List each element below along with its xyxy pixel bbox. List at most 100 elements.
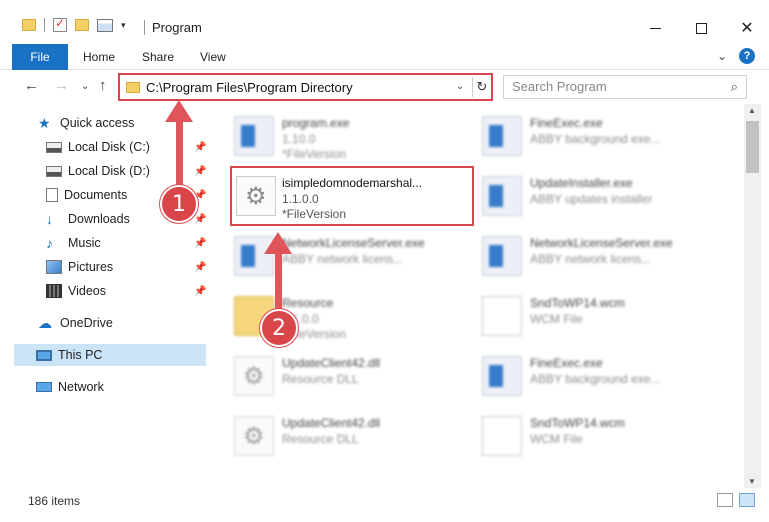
file-name: NetworkLicenseServer.exe: [282, 236, 425, 250]
toolbar-divider: [44, 18, 45, 32]
close-icon: ✕: [740, 20, 754, 37]
search-input[interactable]: [512, 79, 712, 94]
details-view-icon[interactable]: [717, 493, 733, 507]
file-item[interactable]: UpdateInstaller.exe ABBY updates install…: [460, 168, 700, 224]
exe-icon: [482, 356, 522, 396]
file-name: Resource: [282, 296, 334, 310]
sidebar-item-label: Local Disk (D:): [68, 164, 150, 178]
file-name: FineExec.exe: [530, 356, 603, 370]
sidebar-item-local-disk-d[interactable]: Local Disk (D:) 📌: [46, 160, 210, 182]
pin-icon[interactable]: 📌: [194, 238, 206, 249]
file-detail: ABBY background exe...: [530, 372, 661, 386]
exe-icon: [482, 116, 522, 156]
blank-file-icon: [482, 416, 522, 456]
tab-view[interactable]: View: [200, 50, 226, 64]
sidebar-item-label: Network: [58, 380, 104, 394]
sidebar-item-videos[interactable]: Videos 📌: [46, 280, 210, 302]
file-detail: *FileVersion: [282, 147, 347, 161]
maximize-button[interactable]: [678, 14, 724, 42]
ribbon-controls: ⌄ ?: [717, 48, 755, 64]
file-item[interactable]: SndToWP14.wcm WCM File: [460, 288, 700, 344]
tab-share[interactable]: Share: [142, 50, 174, 64]
up-arrow-icon[interactable]: ↑: [99, 77, 107, 94]
address-bar[interactable]: C:\Program Files\Program Directory ⌄ ↻: [118, 73, 493, 101]
file-name: UpdateInstaller.exe: [530, 176, 633, 190]
scrollbar-thumb[interactable]: [746, 121, 759, 173]
step-1-badge: 1: [160, 185, 198, 223]
minimize-icon: [649, 27, 661, 29]
status-bar: 186 items: [0, 490, 769, 512]
recent-locations-chevron-icon[interactable]: ⌄: [81, 81, 89, 92]
sidebar-item-local-disk-c[interactable]: Local Disk (C:) 📌: [46, 136, 210, 158]
title-divider: [144, 20, 145, 35]
pin-icon[interactable]: 📌: [194, 262, 206, 273]
sidebar-item-label: Quick access: [60, 116, 135, 130]
search-icon[interactable]: ⌕: [731, 79, 738, 95]
file-name: UpdateClient42.dll: [282, 416, 381, 430]
file-item[interactable]: SndToWP14.wcm WCM File: [460, 408, 700, 464]
scroll-up-icon[interactable]: ▲: [748, 106, 756, 115]
sidebar-item-label: This PC: [58, 348, 103, 362]
blank-file-icon: [482, 296, 522, 336]
file-item[interactable]: FineExec.exe ABBY background exe...: [460, 348, 700, 404]
address-dropdown-icon[interactable]: ⌄: [456, 81, 464, 92]
file-detail: *FileVersion: [282, 207, 347, 221]
file-item[interactable]: Resource 1.1.0.0 *FileVersion: [212, 288, 452, 344]
help-icon[interactable]: ?: [739, 48, 755, 64]
expand-ribbon-icon[interactable]: ⌄: [717, 49, 727, 63]
sidebar-item-pictures[interactable]: Pictures 📌: [46, 256, 210, 278]
file-item[interactable]: UpdateClient42.dll Resource DLL: [212, 408, 452, 464]
pin-icon[interactable]: 📌: [194, 214, 206, 225]
properties-check-icon[interactable]: [53, 16, 67, 32]
videos-icon: [46, 284, 62, 298]
pin-icon[interactable]: 📌: [194, 142, 206, 153]
pin-icon[interactable]: 📌: [194, 166, 206, 177]
sidebar-item-quick-access[interactable]: ★ Quick access: [38, 112, 134, 134]
sidebar-item-label: Pictures: [68, 260, 114, 274]
tab-file[interactable]: File: [12, 44, 68, 70]
navigation-bar: ← → ⌄ ↑ C:\Program Files\Program Directo…: [0, 71, 769, 103]
large-icons-view-icon[interactable]: [739, 493, 755, 507]
sidebar-item-network[interactable]: Network: [36, 376, 104, 398]
minimize-button[interactable]: [632, 14, 678, 42]
sidebar-item-label: Documents: [64, 188, 128, 202]
back-arrow-icon[interactable]: ←: [24, 77, 39, 94]
file-detail: ABBY background exe...: [530, 132, 661, 146]
file-item[interactable]: program.exe 1.10.0 *FileVersion: [212, 108, 452, 164]
address-path[interactable]: C:\Program Files\Program Directory: [146, 80, 353, 95]
music-icon: ♪: [46, 235, 53, 251]
vertical-scrollbar[interactable]: ▲ ▼: [744, 104, 761, 488]
new-folder-icon[interactable]: [75, 19, 89, 31]
file-name: FineExec.exe: [530, 116, 603, 130]
gear-file-icon: [234, 416, 274, 456]
close-button[interactable]: ✕: [724, 14, 769, 42]
quick-access-toolbar: ▾: [22, 16, 126, 32]
folder-icon[interactable]: [22, 19, 36, 31]
sidebar-item-music[interactable]: ♪ Music 📌: [46, 232, 210, 254]
file-item[interactable]: FineExec.exe ABBY background exe...: [460, 108, 700, 164]
tab-home[interactable]: Home: [83, 50, 115, 64]
annotation-arrow-1-head: [165, 100, 193, 122]
properties-icon[interactable]: [97, 18, 113, 32]
exe-icon: [234, 116, 274, 156]
file-name: UpdateClient42.dll: [282, 356, 381, 370]
file-item[interactable]: UpdateClient42.dll Resource DLL: [212, 348, 452, 404]
file-detail: ABBY network licens...: [282, 252, 404, 266]
file-item-selected[interactable]: isimpledomnodemarshal... 1.1.0.0 *FileVe…: [230, 166, 474, 226]
file-item[interactable]: NetworkLicenseServer.exe ABBY network li…: [460, 228, 700, 284]
download-icon: ↓: [46, 211, 53, 227]
forward-arrow-icon[interactable]: →: [54, 77, 69, 94]
refresh-icon[interactable]: ↻: [472, 77, 491, 97]
sidebar-item-label: Downloads: [68, 212, 130, 226]
window-title: Program: [152, 20, 202, 35]
file-item[interactable]: NetworkLicenseServer.exe ABBY network li…: [212, 228, 452, 284]
scroll-down-icon[interactable]: ▼: [748, 477, 756, 486]
sidebar-item-this-pc[interactable]: This PC: [14, 344, 206, 366]
customize-dropdown-icon[interactable]: ▾: [121, 20, 126, 31]
pin-icon[interactable]: 📌: [194, 286, 206, 297]
network-icon: [36, 382, 52, 392]
file-detail: ABBY network licens...: [530, 252, 652, 266]
sidebar-item-onedrive[interactable]: ☁ OneDrive: [38, 312, 113, 334]
search-box[interactable]: ⌕: [503, 75, 747, 99]
sidebar-item-label: Music: [68, 236, 101, 250]
